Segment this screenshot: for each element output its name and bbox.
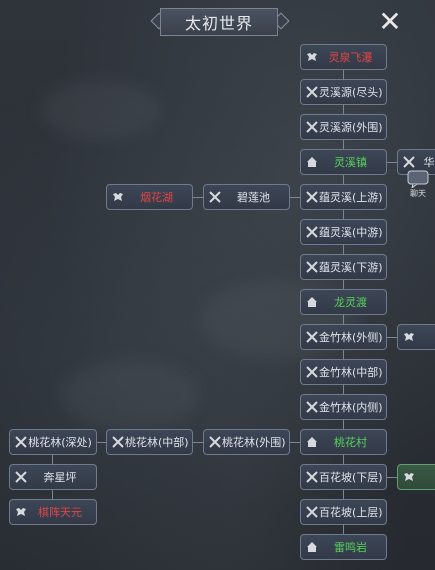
path-connector [193, 197, 203, 198]
crossed-swords-icon [305, 190, 319, 204]
boss-icon [305, 50, 319, 64]
crossed-swords-icon [208, 190, 222, 204]
map-node-baihua-down[interactable]: 百花坡(下层) [300, 464, 387, 490]
house-icon [305, 295, 319, 309]
house-icon [305, 540, 319, 554]
map-node-jinzhu-in[interactable]: 金竹林(内侧) [300, 394, 387, 420]
boss-icon [111, 190, 125, 204]
map-node-lingxi-town[interactable]: 灵溪镇 [300, 149, 387, 175]
map-node-lingquan[interactable]: 灵泉飞瀑 [300, 44, 387, 70]
boss-icon [402, 470, 416, 484]
map-node-leiming[interactable]: 雷鸣岩 [300, 534, 387, 560]
map-node-lingxi-end[interactable]: 灵溪源(尽头) [300, 79, 387, 105]
boss-icon [402, 330, 416, 344]
map-node-yunling-mid[interactable]: 蕴灵溪(中游) [300, 219, 387, 245]
path-connector [387, 477, 397, 478]
map-node-longling[interactable]: 龙灵渡 [300, 289, 387, 315]
map-node-taohua-village[interactable]: 桃花村 [300, 429, 387, 455]
crossed-swords-icon [111, 435, 125, 449]
path-connector [387, 162, 397, 163]
crossed-swords-icon [305, 225, 319, 239]
map-node-jinzhu-mid[interactable]: 金竹林(中部) [300, 359, 387, 385]
crossed-swords-icon [14, 435, 28, 449]
map-node-taohua-out[interactable]: 桃花林(外围) [203, 429, 290, 455]
house-icon [305, 155, 319, 169]
crossed-swords-icon [305, 330, 319, 344]
chat-label: 聊天 [410, 189, 426, 198]
map-node-taohua-deep[interactable]: 桃花林(深处) [9, 429, 97, 455]
mist-decoration [60, 360, 200, 430]
house-icon [305, 435, 319, 449]
crossed-swords-icon [208, 435, 222, 449]
path-connector [193, 442, 203, 443]
map-node-baihua-up[interactable]: 百花坡(上层) [300, 499, 387, 525]
map-node-partial-right-boss[interactable] [397, 324, 435, 350]
crossed-swords-icon [305, 120, 319, 134]
path-connector [290, 197, 300, 198]
mist-decoration [40, 80, 160, 140]
crossed-swords-icon [305, 505, 319, 519]
boss-icon [14, 505, 28, 519]
crossed-swords-icon [305, 260, 319, 274]
map-node-taohua-mid[interactable]: 桃花林(中部) [106, 429, 193, 455]
path-connector [290, 442, 300, 443]
chat-button[interactable]: 聊天 [405, 170, 431, 202]
crossed-swords-icon [402, 155, 416, 169]
world-title: 太初世界 [160, 8, 278, 36]
crossed-swords-icon [14, 470, 28, 484]
crossed-swords-icon [305, 470, 319, 484]
map-node-yunling-up[interactable]: 蕴灵溪(上游) [300, 184, 387, 210]
map-node-benxing[interactable]: 奔星坪 [9, 464, 97, 490]
crossed-swords-icon [305, 85, 319, 99]
map-node-current-location[interactable] [397, 464, 435, 490]
crossed-swords-icon [305, 400, 319, 414]
crossed-swords-icon [305, 365, 319, 379]
map-node-yanhua[interactable]: 烟花湖 [106, 184, 193, 210]
close-icon[interactable]: ✕ [376, 8, 404, 36]
map-node-lingxi-out[interactable]: 灵溪源(外围) [300, 114, 387, 140]
map-node-qizhen[interactable]: 棋阵天元 [9, 499, 97, 525]
map-node-jinzhu-out[interactable]: 金竹林(外侧) [300, 324, 387, 350]
path-connector [387, 337, 397, 338]
map-node-yunling-down[interactable]: 蕴灵溪(下游) [300, 254, 387, 280]
chat-icon [407, 170, 429, 188]
map-node-bilian[interactable]: 碧莲池 [203, 184, 290, 210]
